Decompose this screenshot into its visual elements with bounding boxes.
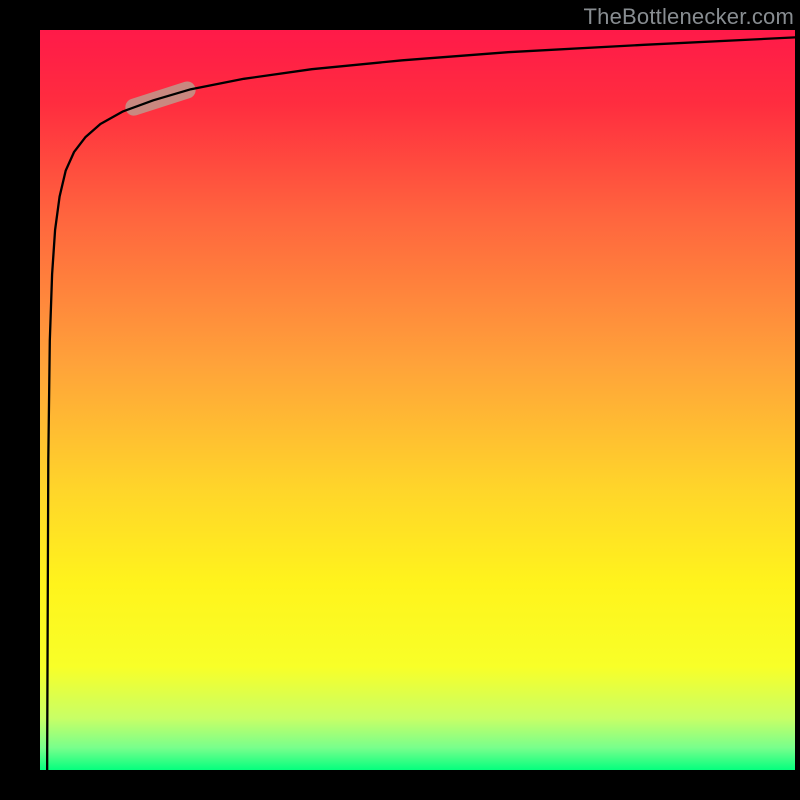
- plot-area: [40, 30, 795, 770]
- curve-svg: [40, 30, 795, 770]
- chart-frame: TheBottlenecker.com: [0, 0, 800, 800]
- curve-line: [47, 37, 795, 770]
- watermark-text: TheBottlenecker.com: [584, 4, 794, 30]
